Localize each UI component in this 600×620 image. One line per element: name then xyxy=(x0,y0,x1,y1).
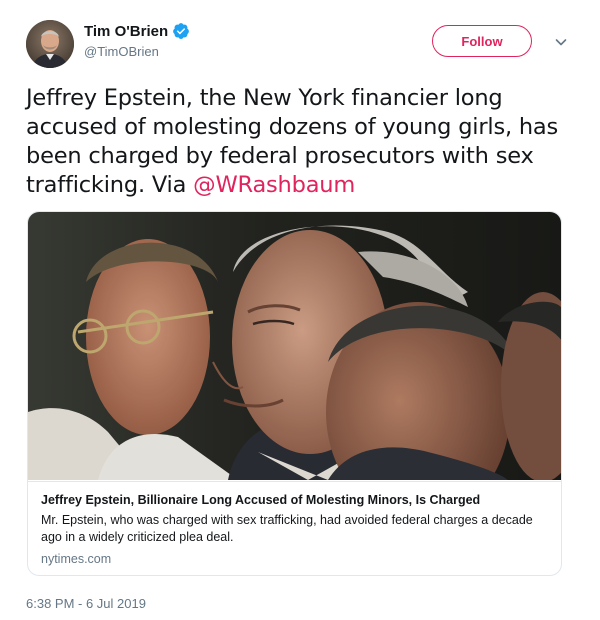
card-image[interactable] xyxy=(28,212,561,480)
avatar[interactable] xyxy=(26,20,74,68)
display-name[interactable]: Tim O'Brien xyxy=(84,23,168,40)
tweet-timestamp[interactable]: 6:38 PM - 6 Jul 2019 xyxy=(26,596,146,611)
tweet-text: Jeffrey Epstein, the New York financier … xyxy=(26,84,586,200)
card-body: Jeffrey Epstein, Billionaire Long Accuse… xyxy=(28,481,561,566)
follow-button[interactable]: Follow xyxy=(432,25,532,57)
card-title[interactable]: Jeffrey Epstein, Billionaire Long Accuse… xyxy=(41,492,550,508)
user-avatar-icon xyxy=(26,20,74,68)
display-name-row: Tim O'Brien xyxy=(84,22,190,40)
tweet-header: Tim O'Brien @TimOBrien Follow xyxy=(26,20,576,72)
verified-badge-icon xyxy=(172,22,190,40)
news-photo-icon xyxy=(28,212,561,480)
author-names: Tim O'Brien @TimOBrien xyxy=(84,22,190,59)
user-handle[interactable]: @TimOBrien xyxy=(84,44,190,59)
card-description: Mr. Epstein, who was charged with sex tr… xyxy=(41,513,533,544)
link-card[interactable]: Jeffrey Epstein, Billionaire Long Accuse… xyxy=(27,211,562,576)
chevron-down-icon[interactable] xyxy=(553,34,569,50)
card-domain: nytimes.com xyxy=(41,552,112,566)
mention-link[interactable]: @WRashbaum xyxy=(193,172,355,198)
